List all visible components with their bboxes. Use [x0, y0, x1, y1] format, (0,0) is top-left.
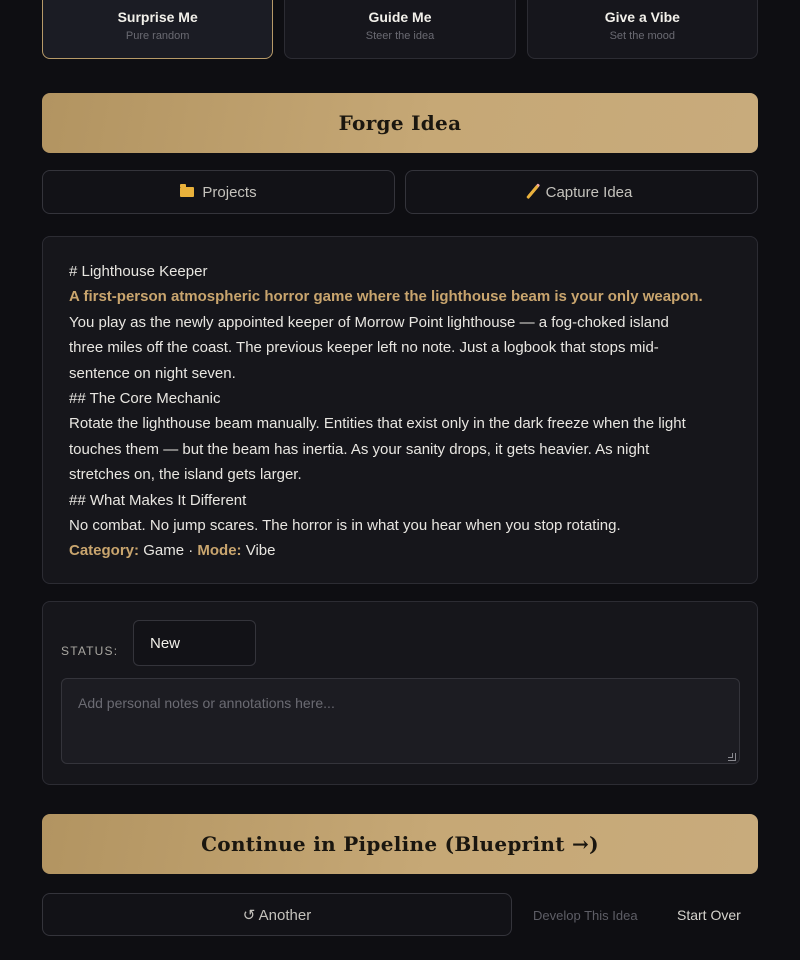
idea-text-line: stretches on, the island gets larger.	[69, 466, 302, 484]
capture-idea-button[interactable]: Capture Idea	[405, 170, 758, 214]
meta-separator: ·	[188, 542, 194, 560]
mode-value: Vibe	[245, 542, 276, 560]
status-label: STATUS:	[61, 644, 119, 658]
category-key: Category:	[69, 542, 140, 560]
idea-meta: Category: Game · Mode: Vibe	[69, 538, 731, 563]
idea-text-line: You play as the newly appointed keeper o…	[69, 313, 669, 331]
forge-idea-button[interactable]: Forge Idea	[42, 93, 758, 153]
section-heading-what-makes-it-different: ## What Makes It Different	[69, 491, 247, 509]
notes-textarea[interactable]: Add personal notes or annotations here..…	[61, 678, 740, 764]
idea-heading: # Lighthouse Keeper	[69, 263, 208, 280]
category-value: Game	[143, 542, 185, 560]
another-button[interactable]: ↺ Another	[42, 893, 512, 936]
capture-label: Capture Idea	[545, 183, 633, 201]
idea-tagline: A first-person atmospheric horror game w…	[69, 288, 703, 306]
mode-title: Give a Vibe	[604, 9, 680, 25]
continue-pipeline-button[interactable]: Continue in Pipeline (Blueprint →)	[42, 814, 758, 874]
mode-card-surprise-me[interactable]: Surprise Me Pure random	[42, 0, 274, 59]
develop-idea-link[interactable]: Develop This Idea	[533, 908, 638, 923]
resize-handle-icon[interactable]	[728, 753, 736, 761]
idea-text-line: No combat. No jump scares. The horror is…	[69, 517, 621, 535]
mode-title: Surprise Me	[117, 9, 198, 25]
folder-icon	[180, 184, 195, 197]
section-heading-core-mechanic: ## The Core Mechanic	[69, 390, 221, 408]
pencil-icon	[525, 184, 539, 200]
status-select[interactable]: New	[133, 620, 256, 666]
idea-forge-page: Surprise Me Pure random Guide Me Steer t…	[0, 0, 800, 960]
mode-card-give-a-vibe[interactable]: Give a Vibe Set the mood	[526, 0, 758, 59]
start-over-link[interactable]: Start Over	[677, 907, 741, 923]
idea-text-line: three miles off the coast. The previous …	[69, 339, 659, 357]
mode-title: Guide Me	[368, 9, 432, 25]
mode-subtitle: Steer the idea	[365, 30, 435, 42]
projects-label: Projects	[202, 183, 257, 201]
mode-key: Mode:	[197, 542, 242, 560]
mode-subtitle: Pure random	[125, 30, 190, 42]
mode-card-guide-me[interactable]: Guide Me Steer the idea	[284, 0, 516, 59]
mode-selector: Surprise Me Pure random Guide Me Steer t…	[42, 0, 758, 59]
idea-text-line: sentence on night seven.	[69, 364, 236, 382]
mode-subtitle: Set the mood	[609, 30, 676, 42]
idea-text-line: Rotate the lighthouse beam manually. Ent…	[69, 415, 686, 433]
status-card: STATUS: New Add personal notes or annota…	[42, 601, 758, 785]
projects-button[interactable]: Projects	[42, 170, 395, 214]
idea-output-card: # Lighthouse Keeper A first-person atmos…	[42, 236, 758, 584]
idea-text-line: touches them — but the beam has inertia.…	[69, 440, 650, 458]
